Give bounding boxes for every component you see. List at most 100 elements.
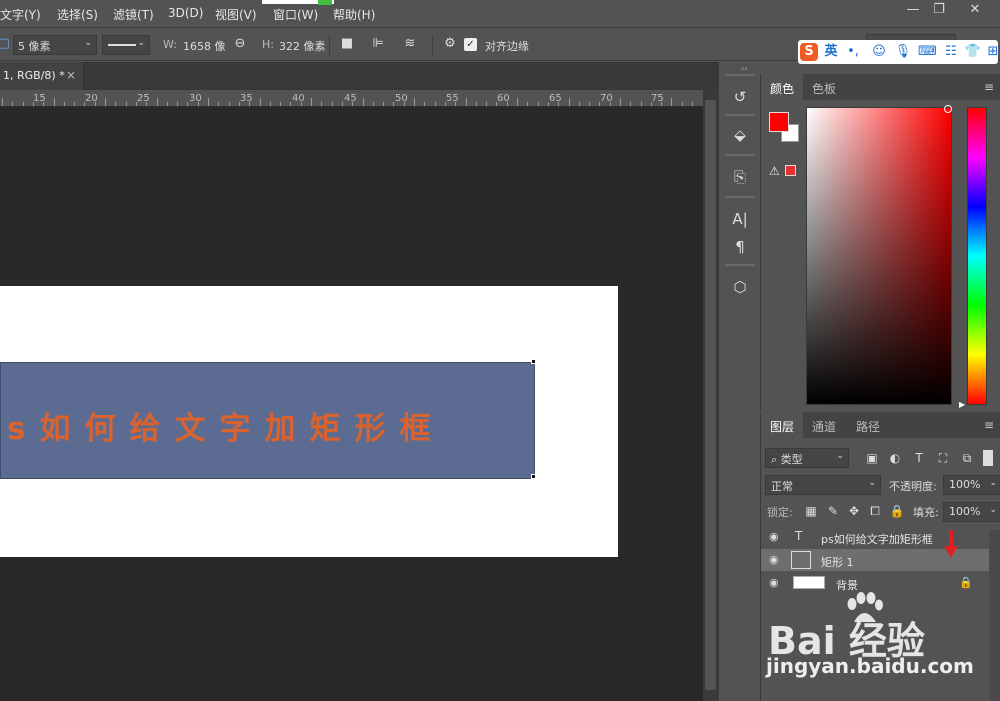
tab-channels[interactable]: 通道 — [803, 412, 845, 438]
ruler-label: 50 — [395, 93, 408, 104]
eye-icon[interactable]: ◉ — [769, 553, 779, 566]
menu-select[interactable]: 选择(S) — [57, 6, 98, 23]
shape-tool-icon[interactable]: ▢ — [0, 36, 12, 52]
menu-window[interactable]: 窗口(W) — [273, 6, 318, 23]
path-alignment-icon[interactable]: ⊫ — [370, 36, 386, 52]
foreground-color-swatch[interactable] — [769, 112, 789, 132]
layer-name: 矩形 1 — [821, 556, 854, 569]
path-arrangement-icon[interactable]: ≋ — [402, 36, 418, 52]
ruler-tick — [661, 102, 662, 106]
tab-color[interactable]: 颜色 — [761, 74, 804, 100]
blend-mode-value: 正常 — [771, 480, 793, 493]
ruler-tick — [476, 102, 477, 106]
align-edges-checkbox[interactable]: ✓ — [464, 38, 477, 51]
character-icon[interactable]: A| — [729, 208, 751, 230]
lock-icon[interactable]: 🔒 — [959, 576, 973, 589]
ruler-tick — [239, 102, 240, 106]
opacity-input[interactable]: 100% ⌄ — [943, 475, 1000, 495]
stroke-width-select[interactable]: 5 像素 ⌄ — [13, 35, 97, 55]
gear-icon[interactable]: ⚙ — [442, 36, 458, 52]
menu-view[interactable]: 视图(V) — [215, 6, 257, 23]
emoji-icon[interactable]: ☺ — [870, 43, 888, 61]
tab-strip — [84, 62, 718, 90]
menu-filter[interactable]: 滤镜(T) — [113, 6, 154, 23]
lock-artboard-icon[interactable]: ⧠ — [867, 503, 883, 519]
adjustments-icon[interactable]: ⎘ — [729, 166, 751, 188]
lock-image-icon[interactable]: ✎ — [825, 503, 841, 519]
punctuation-icon[interactable]: •, — [844, 43, 862, 61]
stroke-type-select[interactable]: ⌄ — [102, 35, 150, 55]
dock-grip[interactable] — [725, 74, 755, 76]
apps-icon[interactable]: ⊞ — [984, 43, 1000, 61]
dock-grip[interactable] — [725, 114, 755, 116]
ime-mode[interactable]: 英 — [822, 43, 840, 61]
lock-all-icon[interactable]: 🔒 — [889, 503, 905, 519]
scrollbar-thumb[interactable] — [705, 100, 716, 690]
tab-layers[interactable]: 图层 — [761, 412, 804, 438]
filter-adjustment-icon[interactable]: ◐ — [887, 450, 903, 466]
eye-icon[interactable]: ◉ — [769, 576, 779, 589]
panel-menu-icon[interactable]: ≡ — [984, 418, 994, 432]
document-tab[interactable]: 1, RGB/8) * × — [0, 62, 84, 90]
menu-text[interactable]: 文字(Y) — [0, 6, 41, 23]
close-icon[interactable]: × — [66, 68, 76, 82]
dock-grip[interactable] — [725, 154, 755, 156]
menu-help[interactable]: 帮助(H) — [333, 6, 375, 23]
lock-position-icon[interactable]: ✥ — [846, 503, 862, 519]
lock-transparent-icon[interactable]: ▦ — [803, 503, 819, 519]
ruler-tick — [507, 102, 508, 106]
keyboard-icon[interactable]: ⌨ — [918, 43, 937, 61]
menu-3d[interactable]: 3D(D) — [168, 6, 203, 20]
color-picker-cursor[interactable] — [944, 105, 952, 113]
dock-grip[interactable] — [725, 264, 755, 266]
gamut-warning-swatch[interactable] — [785, 165, 796, 176]
link-icon[interactable]: ⊖ — [232, 36, 248, 52]
filter-pixel-icon[interactable]: ▣ — [864, 450, 880, 466]
filter-shape-icon[interactable]: ⛶ — [935, 450, 951, 466]
paragraph-icon[interactable]: ¶ — [729, 236, 751, 258]
layer-name: ps如何给文字加矩形框 — [821, 533, 933, 546]
sogou-logo-icon[interactable]: S — [800, 43, 818, 61]
saturation-brightness-field[interactable] — [806, 107, 952, 405]
layer-row-text[interactable]: ◉ T ps如何给文字加矩形框 — [761, 526, 989, 548]
path-operations-icon[interactable]: ■ — [339, 36, 355, 52]
blend-mode-select[interactable]: 正常 ⌄ — [765, 475, 881, 495]
layer-row-background[interactable]: ◉ 背景 🔒 — [761, 572, 989, 594]
close-window-button[interactable]: ✕ — [960, 0, 990, 20]
gamut-warning-icon: ⚠ — [769, 164, 780, 178]
hue-slider[interactable] — [967, 107, 987, 405]
canvas-text-layer[interactable]: s如何给文字加矩形框 — [7, 403, 444, 448]
fill-input[interactable]: 100% ⌄ — [943, 502, 1000, 522]
dock-grip[interactable] — [725, 196, 755, 198]
ruler-tick — [599, 102, 600, 106]
filter-smartobject-icon[interactable]: ⧉ — [959, 450, 975, 466]
tab-paths[interactable]: 路径 — [847, 412, 889, 438]
ruler-tick — [332, 102, 333, 106]
properties-icon[interactable]: ⬙ — [729, 124, 751, 146]
height-value[interactable]: 322 像素 — [279, 38, 326, 54]
tab-swatches[interactable]: 色板 — [803, 74, 845, 100]
microphone-icon[interactable]: 🎙 — [894, 43, 912, 61]
hue-slider-marker-icon[interactable]: ▶ — [959, 400, 965, 409]
color-panel: 颜色 色板 ≡ ⚠ ▶ — [760, 74, 1000, 410]
width-value[interactable]: 1658 像 — [183, 38, 226, 54]
skin-icon[interactable]: 👕 — [964, 43, 982, 61]
rectangle-shape[interactable]: s如何给文字加矩形框 — [0, 359, 536, 479]
restore-button[interactable]: ❐ — [924, 0, 954, 20]
transform-handle[interactable] — [531, 474, 536, 479]
chevron-down-icon: ⌄ — [137, 38, 145, 48]
ruler-tick — [177, 102, 178, 106]
layer-filter-value: 类型 — [780, 453, 803, 466]
toolbox-icon[interactable]: ☷ — [942, 43, 960, 61]
layer-filter-select[interactable]: ⌕ 类型 ⌄ — [765, 448, 849, 468]
panel-menu-icon[interactable]: ≡ — [984, 80, 994, 94]
collapse-arrows-icon[interactable]: ‹‹ — [741, 64, 747, 73]
history-icon[interactable]: ↺ — [729, 86, 751, 108]
transform-handle[interactable] — [531, 359, 536, 364]
filter-type-icon[interactable]: T — [911, 450, 927, 466]
filter-toggle[interactable] — [983, 450, 993, 466]
eye-icon[interactable]: ◉ — [769, 530, 779, 543]
ruler-tick — [23, 102, 24, 106]
3d-cube-icon[interactable]: ⬡ — [729, 276, 751, 298]
baidu-watermark: Bai 经验 jingyan.baidu.com — [766, 592, 1000, 692]
